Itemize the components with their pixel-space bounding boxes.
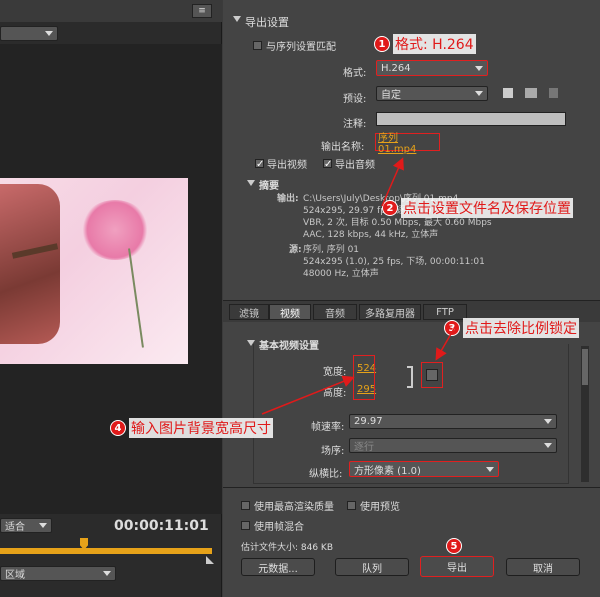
source-dropdown[interactable] — [0, 26, 58, 41]
chevron-down-icon — [544, 443, 552, 448]
metadata-button[interactable]: 元数据... — [241, 558, 315, 576]
export-video-checkbox[interactable] — [255, 159, 264, 169]
divider — [223, 487, 600, 488]
link-bracket-icon — [407, 366, 413, 388]
format-dropdown[interactable]: H.264 — [376, 60, 488, 76]
callout-3: 3 点击去除比例锁定 — [444, 318, 579, 338]
use-preview-checkbox[interactable] — [347, 501, 356, 510]
output-name-link[interactable]: 序列 01.mp4 — [378, 129, 439, 155]
preset-label: 预设: — [343, 94, 367, 105]
step-number: 4 — [110, 420, 126, 436]
callout-text: 格式: H.264 — [393, 34, 476, 54]
aspect-lock-box[interactable] — [421, 362, 443, 388]
frame-rate-dropdown[interactable]: 29.97 — [349, 414, 557, 429]
cancel-button[interactable]: 取消 — [506, 558, 580, 576]
comment-label: 注释: — [343, 119, 367, 130]
tab-filters[interactable]: 滤镜 — [229, 304, 269, 320]
width-label: 宽度: — [323, 367, 347, 378]
source-summary-label: 源: — [289, 245, 302, 255]
chevron-down-icon — [475, 91, 483, 96]
out-point-icon[interactable] — [206, 556, 214, 564]
callout-text: 输入图片背景宽高尺寸 — [129, 418, 273, 438]
max-render-option[interactable]: 使用最高渲染质量 — [241, 498, 334, 513]
chevron-down-icon — [39, 523, 47, 528]
guitar-photo — [0, 184, 60, 344]
preview-image — [0, 178, 188, 364]
tab-video[interactable]: 视频 — [269, 304, 311, 320]
step-number: 1 — [374, 36, 390, 52]
save-preset-icon[interactable] — [503, 88, 513, 98]
chevron-down-icon — [103, 571, 111, 576]
source-range-dropdown[interactable]: 区域 — [0, 566, 116, 581]
flower-icon — [80, 200, 150, 260]
flower-stem — [128, 248, 144, 348]
queue-button[interactable]: 队列 — [335, 558, 409, 576]
collapse-icon[interactable] — [233, 16, 241, 24]
export-settings-panel: 导出设置 与序列设置匹配 格式: H.264 预设: 自定 注释: 输出名称: … — [223, 0, 600, 597]
match-sequence-option[interactable]: 与序列设置匹配 — [253, 38, 336, 53]
comment-input[interactable] — [376, 112, 566, 126]
step-number: 3 — [444, 320, 460, 336]
callout-2: 2 点击设置文件名及保存位置 — [382, 198, 573, 218]
frame-rate-label: 帧速率: — [311, 422, 345, 433]
source-summary: 序列, 序列 01 524x295 (1.0), 25 fps, 下场, 00:… — [303, 244, 485, 280]
lock-icon[interactable] — [426, 369, 438, 381]
chevron-down-icon — [45, 31, 53, 36]
delete-preset-icon[interactable] — [549, 88, 558, 98]
source-preview-panel: ≡ 适合 00:00:11:01 区域 — [0, 0, 222, 597]
timeline-bar[interactable] — [0, 548, 212, 554]
summary-line: 48000 Hz, 立体声 — [303, 269, 379, 279]
import-preset-icon[interactable] — [525, 88, 537, 98]
aspect-label: 纵横比: — [309, 469, 343, 480]
preview-header — [0, 0, 222, 22]
callout-4: 4 输入图片背景宽高尺寸 — [110, 418, 273, 438]
chevron-down-icon — [544, 419, 552, 424]
max-render-checkbox[interactable] — [241, 501, 250, 510]
preset-dropdown[interactable]: 自定 — [376, 86, 488, 101]
output-name-box[interactable]: 序列 01.mp4 — [375, 133, 440, 155]
field-order-dropdown[interactable]: 逐行 — [349, 438, 557, 453]
summary-line: VBR, 2 次, 目标 0.50 Mbps, 最大 0.60 Mbps — [303, 218, 492, 228]
match-sequence-checkbox[interactable] — [253, 41, 262, 50]
estimated-size: 估计文件大小: 846 KB — [241, 543, 334, 553]
dimensions-highlight — [353, 355, 375, 400]
frame-blend-option[interactable]: 使用帧混合 — [241, 518, 304, 533]
format-label: 格式: — [343, 68, 367, 79]
panel-menu-icon[interactable]: ≡ — [192, 4, 212, 18]
use-preview-option[interactable]: 使用预览 — [347, 498, 400, 513]
step-number: 5 — [446, 538, 462, 554]
export-audio-option[interactable]: 导出音频 — [323, 156, 375, 171]
output-name-label: 输出名称: — [321, 142, 365, 153]
tab-audio[interactable]: 音频 — [313, 304, 357, 320]
export-audio-checkbox[interactable] — [323, 159, 332, 169]
height-label: 高度: — [323, 388, 347, 399]
step-number: 2 — [382, 200, 398, 216]
summary-line: 序列, 序列 01 — [303, 245, 360, 255]
zoom-dropdown[interactable]: 适合 — [0, 518, 52, 533]
scrollbar-thumb[interactable] — [582, 349, 588, 385]
callout-text: 点击去除比例锁定 — [463, 318, 579, 338]
summary-line: 524x295 (1.0), 25 fps, 下场, 00:00:11:01 — [303, 257, 485, 267]
callout-text: 点击设置文件名及保存位置 — [401, 198, 573, 218]
callout-5: 5 — [446, 538, 462, 554]
chevron-down-icon — [475, 65, 483, 71]
timecode-display: 00:00:11:01 — [114, 518, 209, 534]
aspect-dropdown[interactable]: 方形像素 (1.0) — [349, 461, 499, 477]
frame-blend-checkbox[interactable] — [241, 521, 250, 530]
field-order-label: 场序: — [321, 446, 345, 457]
output-summary-label: 输出: — [277, 194, 299, 204]
export-settings-title: 导出设置 — [245, 16, 289, 29]
summary-collapse-icon[interactable] — [247, 180, 255, 186]
export-video-option[interactable]: 导出视频 — [255, 156, 307, 171]
tab-multiplexer[interactable]: 多路复用器 — [359, 304, 421, 320]
summary-line: AAC, 128 kbps, 44 kHz, 立体声 — [303, 230, 439, 240]
export-button[interactable]: 导出 — [420, 556, 494, 577]
summary-title: 摘要 — [259, 181, 279, 192]
callout-1: 1 格式: H.264 — [374, 34, 476, 54]
chevron-down-icon — [486, 466, 494, 472]
